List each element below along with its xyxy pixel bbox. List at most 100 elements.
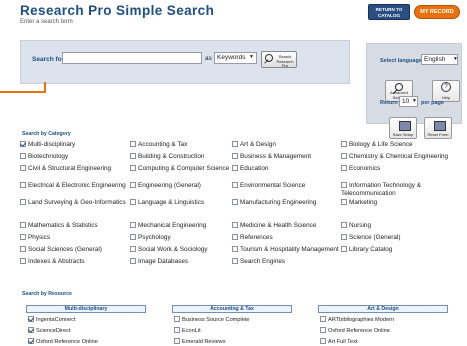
category-checkbox[interactable] bbox=[232, 258, 238, 264]
resource-option[interactable]: ScienceDirect bbox=[28, 327, 71, 335]
category-checkbox[interactable] bbox=[130, 246, 136, 252]
resource-checkbox[interactable] bbox=[28, 316, 34, 322]
resource-option[interactable]: Business Source Complete bbox=[174, 316, 249, 324]
category-option[interactable]: Electrical & Electronic Engineering bbox=[20, 182, 128, 190]
resource-checkbox[interactable] bbox=[28, 327, 34, 333]
category-option[interactable]: Civil & Structural Engineering bbox=[20, 165, 128, 173]
category-option[interactable]: Social Work & Sociology bbox=[130, 246, 238, 254]
category-option[interactable]: Marketing bbox=[341, 199, 449, 207]
resource-checkbox[interactable] bbox=[320, 338, 326, 344]
category-option[interactable]: Tourism & Hospitality Management bbox=[232, 246, 340, 254]
category-option[interactable]: Medicine & Health Science bbox=[232, 222, 340, 230]
category-checkbox[interactable] bbox=[341, 199, 347, 205]
return-to-catalog-button[interactable]: RETURN TO CATALOG bbox=[368, 4, 410, 20]
category-checkbox[interactable] bbox=[232, 199, 238, 205]
category-option[interactable]: Biotechnology bbox=[20, 153, 128, 161]
category-option[interactable]: Image Databases bbox=[130, 258, 238, 266]
category-checkbox[interactable] bbox=[130, 141, 136, 147]
category-option[interactable]: Social Sciences (General) bbox=[20, 246, 128, 254]
category-option[interactable]: Psychology bbox=[130, 234, 238, 242]
resource-checkbox[interactable] bbox=[28, 338, 34, 344]
category-checkbox[interactable] bbox=[130, 165, 136, 171]
category-option[interactable]: Mathematics & Statistics bbox=[20, 222, 128, 230]
resource-option[interactable]: EconLit bbox=[174, 327, 201, 335]
resource-checkbox[interactable] bbox=[320, 327, 326, 333]
resource-checkbox[interactable] bbox=[174, 316, 180, 322]
category-checkbox[interactable] bbox=[341, 246, 347, 252]
category-option[interactable]: Multi-disciplinary bbox=[20, 141, 128, 149]
category-option[interactable]: Economics bbox=[341, 165, 449, 173]
category-checkbox[interactable] bbox=[232, 222, 238, 228]
category-checkbox[interactable] bbox=[20, 141, 26, 147]
category-option[interactable]: Education bbox=[232, 165, 340, 173]
category-option[interactable]: Search Engines bbox=[232, 258, 340, 266]
resource-checkbox[interactable] bbox=[320, 316, 326, 322]
my-record-button[interactable]: MY RECORD bbox=[414, 5, 460, 19]
category-checkbox[interactable] bbox=[341, 182, 347, 188]
resource-option[interactable]: ARTbibliographies Modern bbox=[320, 316, 394, 324]
category-checkbox[interactable] bbox=[341, 165, 347, 171]
reset-icon bbox=[434, 121, 446, 131]
category-checkbox[interactable] bbox=[20, 234, 26, 240]
category-option[interactable]: Environmental Science bbox=[232, 182, 340, 190]
category-option[interactable]: Indexes & Abstracts bbox=[20, 258, 128, 266]
category-checkbox[interactable] bbox=[232, 234, 238, 240]
category-option[interactable]: Engineering (General) bbox=[130, 182, 238, 190]
category-option[interactable]: Chemistry & Chemical Engineering bbox=[341, 153, 449, 161]
category-checkbox[interactable] bbox=[20, 182, 26, 188]
category-option[interactable]: Land Surveying & Geo-Informatics bbox=[20, 199, 128, 207]
category-checkbox[interactable] bbox=[341, 222, 347, 228]
category-option[interactable]: Information Technology & Telecommunicati… bbox=[341, 182, 449, 197]
category-checkbox[interactable] bbox=[130, 153, 136, 159]
category-option[interactable]: Library Catalog bbox=[341, 246, 449, 254]
category-checkbox[interactable] bbox=[341, 153, 347, 159]
resource-checkbox[interactable] bbox=[174, 327, 180, 333]
save-icon bbox=[399, 121, 411, 131]
category-checkbox[interactable] bbox=[232, 246, 238, 252]
resource-checkbox[interactable] bbox=[174, 338, 180, 344]
resource-option[interactable]: Emerald Reviews bbox=[174, 338, 226, 346]
save-setup-button[interactable]: Save Setup bbox=[389, 117, 417, 139]
category-checkbox[interactable] bbox=[232, 165, 238, 171]
category-option[interactable]: Manufacturing Engineering bbox=[232, 199, 340, 207]
category-option[interactable]: Language & Linguistics bbox=[130, 199, 238, 207]
category-checkbox[interactable] bbox=[232, 182, 238, 188]
category-label: Multi-disciplinary bbox=[28, 141, 76, 148]
category-option[interactable]: Business & Management bbox=[232, 153, 340, 161]
reset-form-button[interactable]: Reset Form bbox=[424, 117, 452, 139]
category-checkbox[interactable] bbox=[20, 246, 26, 252]
category-checkbox[interactable] bbox=[20, 258, 26, 264]
search-input[interactable] bbox=[62, 52, 202, 64]
category-checkbox[interactable] bbox=[232, 153, 238, 159]
resource-option[interactable]: IngentaConnect bbox=[28, 316, 76, 324]
category-checkbox[interactable] bbox=[341, 141, 347, 147]
category-checkbox[interactable] bbox=[232, 141, 238, 147]
category-option[interactable]: Biology & Life Science bbox=[341, 141, 449, 149]
category-checkbox[interactable] bbox=[341, 234, 347, 240]
category-checkbox[interactable] bbox=[20, 222, 26, 228]
category-option[interactable]: Art & Design bbox=[232, 141, 340, 149]
category-option[interactable]: Accounting & Tax bbox=[130, 141, 238, 149]
search-button[interactable]: Search Research Pro bbox=[261, 51, 297, 68]
category-option[interactable]: Computing & Computer Science bbox=[130, 165, 238, 173]
category-option[interactable]: Science (General) bbox=[341, 234, 449, 242]
resource-option[interactable]: Art Full Text bbox=[320, 338, 357, 346]
divider bbox=[0, 91, 46, 93]
category-option[interactable]: Physics bbox=[20, 234, 128, 242]
category-checkbox[interactable] bbox=[20, 153, 26, 159]
category-checkbox[interactable] bbox=[130, 182, 136, 188]
category-checkbox[interactable] bbox=[130, 222, 136, 228]
category-checkbox[interactable] bbox=[20, 199, 26, 205]
category-option[interactable]: Mechanical Engineering bbox=[130, 222, 238, 230]
category-label: Social Sciences (General) bbox=[28, 246, 102, 253]
resource-label: Emerald Reviews bbox=[182, 339, 226, 345]
category-checkbox[interactable] bbox=[20, 165, 26, 171]
category-checkbox[interactable] bbox=[130, 234, 136, 240]
resource-option[interactable]: Oxford Reference Online bbox=[28, 338, 98, 346]
category-option[interactable]: References bbox=[232, 234, 340, 242]
category-checkbox[interactable] bbox=[130, 199, 136, 205]
category-option[interactable]: Building & Construction bbox=[130, 153, 238, 161]
category-option[interactable]: Nursing bbox=[341, 222, 449, 230]
resource-option[interactable]: Oxford Reference Online bbox=[320, 327, 390, 335]
category-checkbox[interactable] bbox=[130, 258, 136, 264]
